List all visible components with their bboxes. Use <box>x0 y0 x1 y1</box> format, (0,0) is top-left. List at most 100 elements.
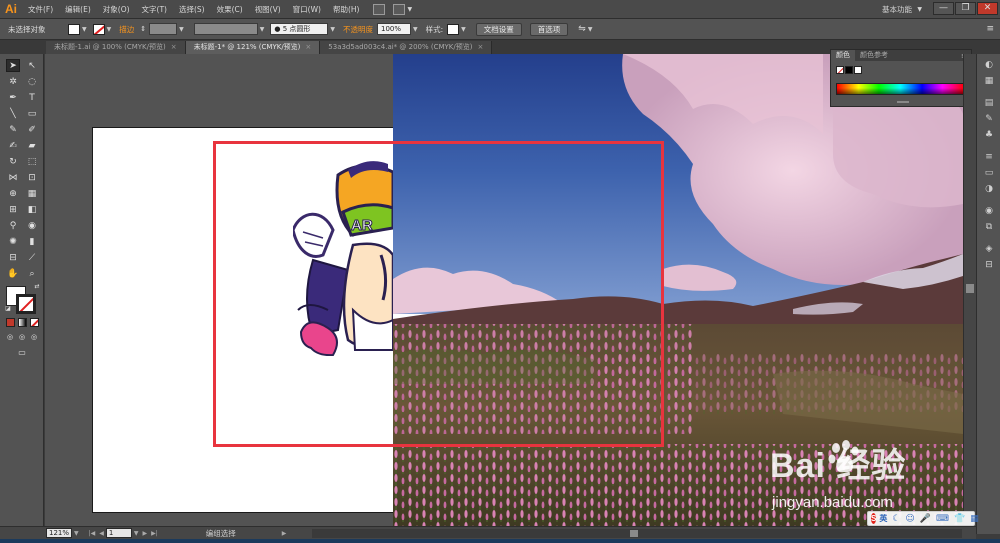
gradient-icon[interactable]: ▭ <box>983 168 995 179</box>
scale-tool-icon[interactable]: ⬚ <box>25 155 39 168</box>
shape-builder-tool-icon[interactable]: ⊕ <box>6 187 20 200</box>
gradient-tool-icon[interactable]: ◧ <box>25 203 39 216</box>
chevron-down-icon[interactable]: ▼ <box>461 26 466 33</box>
menu-help[interactable]: 帮助(H) <box>327 0 366 19</box>
close-icon[interactable]: × <box>171 41 177 54</box>
shirt-icon[interactable]: 👕 <box>954 514 965 524</box>
swap-colors-icon[interactable]: ⇄ <box>33 282 41 290</box>
graphic-styles-icon[interactable]: ⧉ <box>983 222 995 233</box>
zoom-tool-icon[interactable]: ⌕ <box>25 267 39 280</box>
selection-rectangle[interactable] <box>213 141 664 447</box>
close-button[interactable]: ✕ <box>977 2 998 15</box>
rotate-tool-icon[interactable]: ↻ <box>6 155 20 168</box>
menu-window[interactable]: 窗口(W) <box>287 0 327 19</box>
appearance-icon[interactable]: ◉ <box>983 206 995 217</box>
blob-brush-tool-icon[interactable]: ✍ <box>6 139 20 152</box>
scroll-thumb[interactable] <box>966 284 974 293</box>
first-artboard-icon[interactable]: |◀ <box>89 530 96 537</box>
artboard-tool-icon[interactable]: ⊟ <box>6 251 20 264</box>
default-colors-icon[interactable]: ◪ <box>4 304 12 312</box>
white-swatch[interactable] <box>854 66 862 74</box>
minimize-button[interactable]: — <box>933 2 954 15</box>
slice-tool-icon[interactable]: ⟋ <box>25 251 39 264</box>
close-icon[interactable]: × <box>478 41 484 54</box>
stroke-weight-field[interactable] <box>149 23 178 35</box>
draw-normal-icon[interactable]: ◎ <box>5 332 15 342</box>
stroke-weight-stepper[interactable]: ⇕ <box>140 25 146 33</box>
chevron-down-icon[interactable]: ▼ <box>107 26 112 33</box>
mesh-tool-icon[interactable]: ⊞ <box>6 203 20 216</box>
color-panel-icon[interactable]: ◐ <box>983 60 995 71</box>
stroke-color-box[interactable] <box>16 294 36 314</box>
eyedropper-tool-icon[interactable]: ⚲ <box>6 219 20 232</box>
close-icon[interactable]: × <box>305 41 311 54</box>
hand-tool-icon[interactable]: ✋ <box>6 267 20 280</box>
transparency-icon[interactable]: ◑ <box>983 184 995 195</box>
tab-document-1[interactable]: 未标题-1.ai @ 100% (CMYK/预览) × <box>46 41 186 54</box>
graphic-style-swatch[interactable] <box>447 23 460 35</box>
zoom-level-field[interactable]: 121% <box>46 528 72 538</box>
column-graph-tool-icon[interactable]: ▮ <box>25 235 39 248</box>
symbols-icon[interactable]: ♣ <box>983 130 995 141</box>
preferences-button[interactable]: 首选项 <box>529 22 569 36</box>
menu-object[interactable]: 对象(O) <box>97 0 136 19</box>
lasso-tool-icon[interactable]: ◌ <box>25 75 39 88</box>
opacity-label[interactable]: 不透明度 <box>343 24 373 35</box>
bridge-icon[interactable] <box>373 3 386 15</box>
document-setup-button[interactable]: 文档设置 <box>475 22 522 36</box>
sogou-logo-icon[interactable]: S <box>871 513 877 524</box>
chevron-down-icon[interactable]: ▼ <box>917 0 922 19</box>
stroke-icon[interactable]: ≡ <box>983 152 995 163</box>
next-artboard-icon[interactable]: ▶ <box>143 530 148 537</box>
menu-file[interactable]: 文件(F) <box>22 0 59 19</box>
grid-icon[interactable]: ▦ <box>970 514 979 524</box>
type-tool-icon[interactable]: T <box>25 91 39 104</box>
rectangle-tool-icon[interactable]: ▭ <box>25 107 39 120</box>
perspective-grid-tool-icon[interactable]: ▦ <box>25 187 39 200</box>
stroke-swatch[interactable] <box>92 23 105 35</box>
scroll-thumb[interactable] <box>630 530 638 537</box>
ime-mode[interactable]: 英 <box>879 513 887 524</box>
chevron-down-icon[interactable]: ▼ <box>179 26 184 33</box>
menu-effect[interactable]: 效果(C) <box>211 0 249 19</box>
fill-swatch[interactable] <box>68 23 80 35</box>
symbol-sprayer-tool-icon[interactable]: ✺ <box>6 235 20 248</box>
line-tool-icon[interactable]: ╲ <box>6 107 20 120</box>
pen-tool-icon[interactable]: ✒ <box>6 91 20 104</box>
color-spectrum[interactable] <box>836 83 965 95</box>
stroke-label[interactable]: 描边 <box>119 24 134 35</box>
black-swatch[interactable] <box>845 66 853 74</box>
vertical-scrollbar[interactable] <box>963 54 976 526</box>
blend-tool-icon[interactable]: ◉ <box>25 219 39 232</box>
none-mode-icon[interactable] <box>30 318 39 327</box>
menu-select[interactable]: 选择(S) <box>173 0 211 19</box>
chevron-down-icon[interactable]: ▼ <box>74 530 79 537</box>
swatches-icon[interactable]: ▤ <box>983 98 995 109</box>
chevron-down-icon[interactable]: ▼ <box>134 530 139 537</box>
color-guide-icon[interactable]: ▦ <box>983 76 995 87</box>
artboard-number-field[interactable]: 1 <box>105 528 132 538</box>
screen-mode-icon[interactable]: ▭ <box>15 347 29 358</box>
moon-icon[interactable]: ☾ <box>892 514 900 524</box>
variable-width-profile[interactable] <box>193 23 258 35</box>
draw-inside-icon[interactable]: ◎ <box>29 332 39 342</box>
width-tool-icon[interactable]: ⋈ <box>6 171 20 184</box>
chevron-down-icon[interactable]: ▼ <box>413 26 418 33</box>
previous-artboard-icon[interactable]: ◀ <box>99 530 104 537</box>
keyboard-icon[interactable]: ⌨ <box>936 514 949 524</box>
color-mode-icon[interactable] <box>6 318 15 327</box>
arrange-icon[interactable]: ⇋ <box>578 24 586 34</box>
panel-menu-icon[interactable]: ≡ <box>986 24 994 34</box>
menu-type[interactable]: 文字(T) <box>136 0 173 19</box>
paintbrush-tool-icon[interactable]: ✎ <box>6 123 20 136</box>
restore-button[interactable]: ❐ <box>955 2 976 15</box>
microphone-icon[interactable]: 🎤 <box>920 514 931 524</box>
emoji-icon[interactable]: ☺ <box>905 514 914 524</box>
chevron-down-icon[interactable]: ▼ <box>330 26 335 33</box>
layers-icon[interactable]: ◈ <box>983 244 995 255</box>
horizontal-scrollbar[interactable] <box>312 529 962 538</box>
brushes-icon[interactable]: ✎ <box>983 114 995 125</box>
draw-behind-icon[interactable]: ◎ <box>17 332 27 342</box>
chevron-down-icon[interactable]: ▼ <box>260 26 265 33</box>
workspace-switcher[interactable]: 基本功能 <box>882 0 912 19</box>
